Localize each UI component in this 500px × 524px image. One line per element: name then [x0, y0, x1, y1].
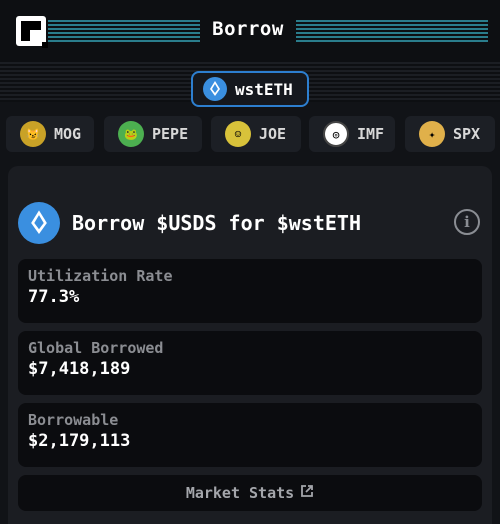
- pepe-icon: 🐸: [118, 121, 144, 147]
- token-selector-row: 😼 MOG 🐸 PEPE ☺ JOE ◎ IMF ✦ SPX: [0, 116, 500, 154]
- market-stats-label: Market Stats: [185, 484, 295, 502]
- token-label: SPX: [453, 125, 481, 143]
- stat-label: Utilization Rate: [28, 267, 173, 285]
- token-tab-pepe[interactable]: 🐸 PEPE: [104, 116, 202, 152]
- stat-label: Borrowable: [28, 411, 119, 429]
- stat-label: Global Borrowed: [28, 339, 164, 357]
- panel-header: Borrow $USDS for $wstETH: [18, 202, 361, 244]
- panel-title: Borrow $USDS for $wstETH: [72, 211, 361, 235]
- wsteth-icon: [18, 202, 60, 244]
- token-tab-spx[interactable]: ✦ SPX: [405, 116, 495, 152]
- selected-token-label: wstETH: [235, 79, 293, 99]
- stat-card-utilization: Utilization Rate 77.3%: [18, 259, 482, 323]
- page-title: Borrow: [212, 18, 284, 40]
- token-tab-mog[interactable]: 😼 MOG: [6, 116, 94, 152]
- header-bar: Borrow: [0, 0, 500, 62]
- mog-icon: 😼: [20, 121, 46, 147]
- token-tab-imf[interactable]: ◎ IMF: [309, 116, 395, 152]
- info-icon[interactable]: i: [454, 209, 480, 235]
- spx-icon: ✦: [419, 121, 445, 147]
- stat-card-borrowable: Borrowable $2,179,113: [18, 403, 482, 467]
- stat-card-global-borrowed: Global Borrowed $7,418,189: [18, 331, 482, 395]
- market-stats-button[interactable]: Market Stats: [18, 475, 482, 511]
- stat-value: $7,418,189: [28, 359, 131, 379]
- token-label: MOG: [54, 125, 82, 143]
- header-band-right: [296, 20, 488, 42]
- imf-icon: ◎: [323, 121, 349, 147]
- token-label: IMF: [357, 125, 385, 143]
- app-logo[interactable]: [16, 16, 48, 48]
- header-band-left: [48, 20, 200, 42]
- stat-value: $2,179,113: [28, 431, 131, 451]
- token-label: JOE: [259, 125, 287, 143]
- token-label: PEPE: [152, 125, 189, 143]
- external-link-icon: [300, 484, 314, 502]
- wsteth-icon: [203, 77, 227, 101]
- token-tab-joe[interactable]: ☺ JOE: [211, 116, 301, 152]
- selected-token-button[interactable]: wstETH: [191, 71, 309, 107]
- joe-icon: ☺: [225, 121, 251, 147]
- stat-value: 77.3%: [28, 287, 80, 307]
